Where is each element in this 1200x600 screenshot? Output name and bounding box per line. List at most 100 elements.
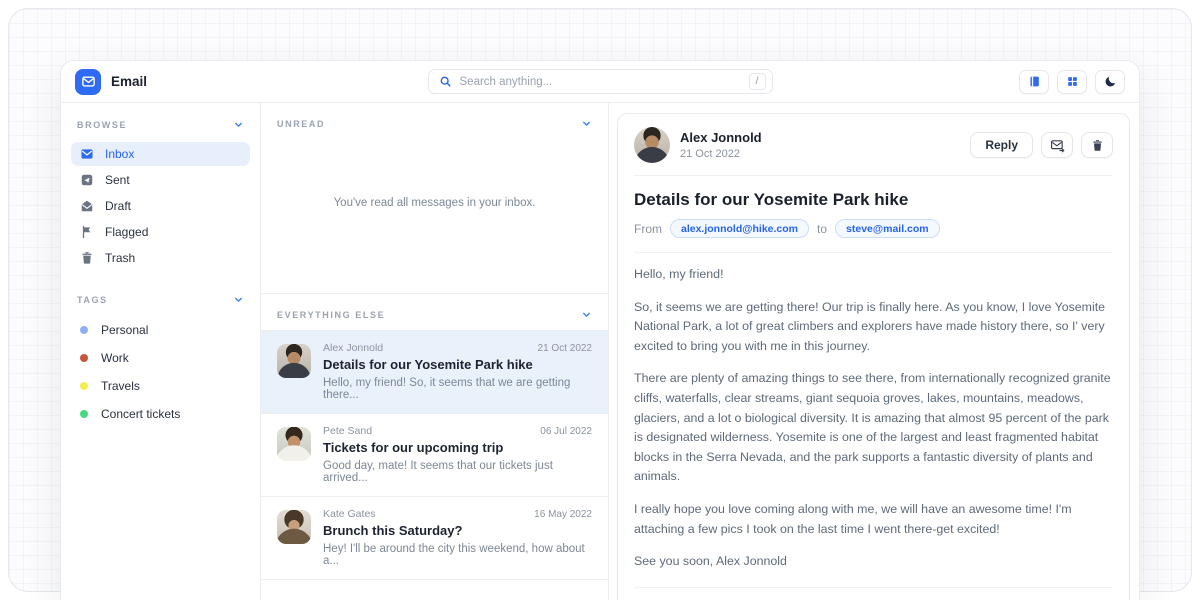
trash-icon [80,251,94,265]
flag-icon [80,225,94,239]
mail-snippet: Good day, mate! It seems that our ticket… [323,460,592,484]
sidebar-item-sent[interactable]: Sent [71,168,250,192]
mail-subject: Brunch this Saturday? [323,523,592,538]
mail-forward-icon [1050,138,1065,153]
message-list-pane: UNREAD You've read all messages in your … [261,103,609,600]
tag-color-dot [80,326,88,334]
sender-meta: Alex Jonnold 21 Oct 2022 [680,130,762,160]
sent-icon [80,173,94,187]
sidebar-item-flagged[interactable]: Flagged [71,220,250,244]
tags-label: TAGS [77,295,108,305]
inbox-icon [80,147,94,161]
tag-color-dot [80,382,88,390]
mail-item-body: Alex Jonnold 21 Oct 2022 Details for our… [323,342,592,401]
to-label: to [817,222,827,236]
divider [634,587,1113,588]
sidebar-item-trash[interactable]: Trash [71,246,250,270]
sidebar-item-label: Inbox [105,147,134,161]
from-label: From [634,222,662,236]
mail-sender: Pete Sand [323,425,372,437]
unread-empty-message: You've read all messages in your inbox. [334,197,536,209]
email-logo-icon [75,69,101,95]
book-icon [1028,75,1041,88]
tag-item-travels[interactable]: Travels [71,373,250,399]
everything-else-header[interactable]: EVERYTHING ELSE [261,294,608,330]
mail-paragraph: Hello, my friend! [634,265,1113,285]
sender-avatar [277,344,311,378]
detail-date: 21 Oct 2022 [680,148,762,160]
forward-mail-button[interactable] [1041,132,1073,158]
draft-icon [80,199,94,213]
mail-subject: Details for our Yosemite Park hike [323,357,592,372]
unread-empty-state: You've read all messages in your inbox. [261,139,608,267]
unread-label: UNREAD [277,119,325,129]
app-title: Email [111,74,147,89]
mail-subject: Tickets for our upcoming trip [323,440,592,455]
detail-actions: Reply [970,132,1113,158]
sidebar-item-label: Sent [105,173,130,187]
tag-label: Travels [101,379,140,393]
mail-date: 21 Oct 2022 [538,343,592,354]
mail-detail-card: Alex Jonnold 21 Oct 2022 Reply [617,113,1130,600]
mail-date: 06 Jul 2022 [540,426,592,437]
mail-date: 16 May 2022 [534,509,592,520]
dark-mode-toggle[interactable] [1095,70,1125,94]
search-icon [439,75,452,88]
folder-nav: Inbox Sent Draft [71,142,250,270]
mail-list-item-pete[interactable]: Pete Sand 06 Jul 2022 Tickets for our up… [261,413,608,496]
from-email-chip[interactable]: alex.jonnold@hike.com [670,219,809,238]
header-actions [795,70,1125,94]
mail-body: Hello, my friend! So, it seems we are ge… [634,265,1113,572]
everything-else-section: EVERYTHING ELSE Alex Jonnold 21 Oct 2022 [261,293,608,580]
addressbook-button[interactable] [1019,70,1049,94]
mail-list-item-alex[interactable]: Alex Jonnold 21 Oct 2022 Details for our… [261,330,608,413]
mail-paragraph: There are plenty of amazing things to se… [634,369,1113,487]
from-to-row: From alex.jonnold@hike.com to steve@mail… [634,219,1113,238]
sidebar-item-draft[interactable]: Draft [71,194,250,218]
to-email-chip[interactable]: steve@mail.com [835,219,940,238]
search-shortcut-badge: / [749,73,766,90]
chevron-down-icon[interactable] [233,119,244,130]
tag-item-concert-tickets[interactable]: Concert tickets [71,401,250,427]
search-placeholder: Search anything... [460,76,741,88]
tags-section-header[interactable]: TAGS [71,292,250,307]
apps-grid-button[interactable] [1057,70,1087,94]
delete-mail-button[interactable] [1081,132,1113,158]
tag-label: Personal [101,323,148,337]
detail-sender-name: Alex Jonnold [680,130,762,145]
sidebar-item-label: Draft [105,199,131,213]
chevron-down-icon[interactable] [581,118,592,129]
tag-item-personal[interactable]: Personal [71,317,250,343]
sender-avatar [277,510,311,544]
tag-color-dot [80,410,88,418]
reply-button[interactable]: Reply [970,132,1033,158]
unread-section-header[interactable]: UNREAD [261,103,608,139]
brand: Email [75,69,405,95]
everything-else-label: EVERYTHING ELSE [277,310,385,320]
tag-label: Work [101,351,129,365]
mail-item-body: Kate Gates 16 May 2022 Brunch this Satur… [323,508,592,567]
moon-icon [1104,75,1117,88]
divider [634,252,1113,253]
chevron-down-icon[interactable] [233,294,244,305]
tag-color-dot [80,354,88,362]
sidebar-item-label: Trash [105,251,135,265]
mail-list-item-kate[interactable]: Kate Gates 16 May 2022 Brunch this Satur… [261,496,608,580]
divider [634,175,1113,176]
sidebar-item-label: Flagged [105,225,148,239]
tags-nav: Personal Work Travels Concert tickets [71,317,250,427]
chevron-down-icon[interactable] [581,309,592,320]
sidebar-item-inbox[interactable]: Inbox [71,142,250,166]
mail-paragraph: See you soon, Alex Jonnold [634,552,1113,572]
grid-icon [1066,75,1079,88]
search-input[interactable]: Search anything... / [428,69,773,94]
tag-label: Concert tickets [101,407,180,421]
email-app-window: Email Search anything... / [60,60,1140,600]
mail-snippet: Hello, my friend! So, it seems that we a… [323,377,592,401]
tag-item-work[interactable]: Work [71,345,250,371]
mail-detail-pane: Alex Jonnold 21 Oct 2022 Reply [609,103,1139,600]
desktop-background: Email Search anything... / [0,0,1200,600]
browse-label: BROWSE [77,120,127,130]
browse-section-header[interactable]: BROWSE [71,117,250,132]
header-center: Search anything... / [405,69,795,94]
